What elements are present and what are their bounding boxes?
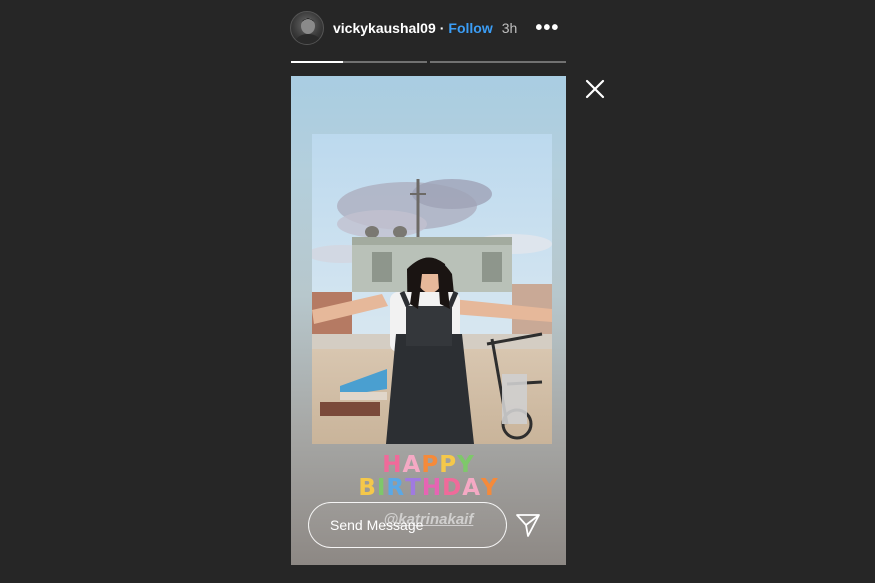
paper-plane-icon[interactable] (515, 512, 541, 538)
send-message-input[interactable]: Send Message (308, 502, 507, 548)
story-photo (312, 134, 552, 444)
sticker-letter: I (376, 475, 387, 501)
avatar-image (295, 18, 321, 44)
birthday-sticker[interactable]: HAPPY BIRTHDAY (291, 452, 566, 500)
sticker-letter: A (462, 475, 481, 501)
story-header: vickykaushal09 · Follow 3h ••• (290, 10, 566, 46)
story-viewer: vickykaushal09 · Follow 3h ••• HAPPY BIR… (0, 0, 875, 583)
sticker-letter: Y (481, 475, 499, 501)
sticker-letter: R (386, 475, 406, 501)
story-card[interactable]: HAPPY BIRTHDAY @katrinakaif Send Message (291, 76, 566, 565)
story-progress (291, 61, 566, 63)
progress-fill (291, 61, 343, 63)
follow-button[interactable]: Follow (448, 20, 492, 36)
progress-segment (291, 61, 427, 63)
sticker-letter: H (421, 475, 443, 501)
username[interactable]: vickykaushal09 (333, 20, 436, 36)
avatar[interactable] (290, 11, 324, 45)
separator-dot: · (439, 20, 445, 36)
sticker-line-2: BIRTHDAY (291, 476, 566, 500)
close-icon[interactable] (583, 77, 607, 101)
progress-segment (430, 61, 566, 63)
sticker-letter: B (358, 475, 377, 501)
more-horizontal-icon[interactable]: ••• (535, 18, 559, 38)
sticker-letter: D (442, 475, 463, 501)
sticker-letter: T (405, 475, 422, 501)
timestamp: 3h (501, 20, 518, 36)
